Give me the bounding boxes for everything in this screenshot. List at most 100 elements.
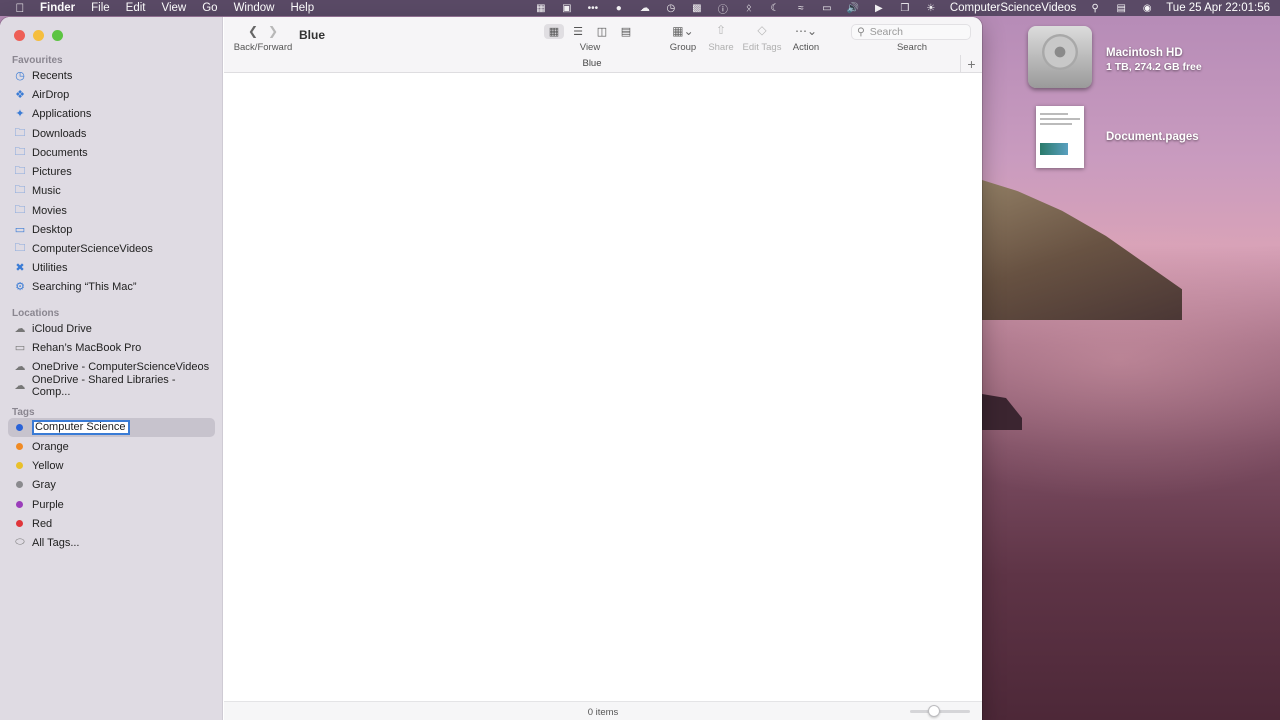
menubar-clock[interactable]: Tue 25 Apr 22:01:56	[1166, 2, 1270, 14]
menubar-user[interactable]: ComputerScienceVideos	[950, 2, 1076, 14]
drive-label[interactable]: Macintosh HD	[1106, 47, 1183, 59]
minimize-button[interactable]	[33, 30, 44, 41]
menu-go[interactable]: Go	[202, 2, 217, 14]
airplay-icon[interactable]: ▭	[820, 2, 834, 14]
sidebar-item-onedrive-shared[interactable]: ☁ OneDrive - Shared Libraries - Comp...	[8, 374, 215, 398]
sidebar-item-pictures[interactable]: 🗀 Pictures	[8, 162, 215, 181]
tag-color-dot	[16, 424, 23, 431]
sidebar-item-utilities[interactable]: ✖ Utilities	[8, 258, 215, 277]
wifi-icon[interactable]: ≈	[794, 2, 808, 14]
back-chevron-icon[interactable]: ❮	[246, 24, 260, 38]
sidebar-item-label: Movies	[32, 204, 67, 217]
cloud-icon: ☁	[14, 380, 26, 392]
menu-app-finder[interactable]: Finder	[40, 2, 75, 14]
search-input[interactable]: ⚲ Search	[851, 24, 971, 40]
sidebar-item-label: iCloud Drive	[32, 322, 92, 335]
apple-icon[interactable]: 	[14, 1, 26, 15]
list-view-icon[interactable]: ☰	[568, 24, 588, 39]
bluetooth-icon[interactable]: ᛟ	[742, 2, 756, 14]
screen-mirror-icon[interactable]: ❒	[898, 2, 912, 14]
sidebar-item-applications[interactable]: ✦ Applications	[8, 104, 215, 123]
desktop-rock	[982, 394, 1022, 430]
sidebar-item-recents[interactable]: ◷ Recents	[8, 66, 215, 85]
tag-color-dot	[16, 520, 23, 527]
siri-icon[interactable]: ◉	[1140, 2, 1154, 14]
icon-size-slider[interactable]	[910, 705, 970, 717]
group-label: Group	[669, 42, 697, 53]
back-forward-label: Back/Forward	[233, 42, 293, 53]
sidebar-item-icloud-drive[interactable]: ☁ iCloud Drive	[8, 319, 215, 338]
pages-document-icon[interactable]	[1036, 106, 1084, 168]
menu-help[interactable]: Help	[290, 2, 314, 14]
time-machine-icon[interactable]: ◷	[664, 2, 678, 14]
sidebar-item-movies[interactable]: 🗀 Movies	[8, 201, 215, 220]
display-icon[interactable]: ▩	[690, 2, 704, 14]
sidebar-item-label: Pictures	[32, 165, 72, 178]
sidebar-item-label: Purple	[32, 498, 64, 511]
sidebar-tag-orange[interactable]: Orange	[8, 437, 215, 456]
app-status-icon[interactable]: ▦	[534, 2, 548, 14]
column-view-icon[interactable]: ◫	[592, 24, 612, 39]
status-menus: ▦ ▣ ••• ● ☁ ◷ ▩ ⓘ ᛟ ☾ ≈ ▭ 🔊 ▶ ❒ ☀ Comput…	[534, 2, 1270, 16]
brightness-icon[interactable]: ☀	[924, 2, 938, 14]
slider-knob[interactable]	[928, 705, 940, 717]
sidebar-tag-gray[interactable]: Gray	[8, 475, 215, 494]
volume-icon[interactable]: 🔊	[846, 2, 860, 14]
close-button[interactable]	[14, 30, 25, 41]
sidebar: Favourites ◷ Recents ❖ AirDrop ✦ Applicatio…	[0, 17, 223, 720]
sidebar-item-documents[interactable]: 🗀 Documents	[8, 143, 215, 162]
search-icon: ⚲	[857, 26, 865, 38]
sidebar-item-label: Music	[32, 184, 61, 197]
new-tab-plus-icon[interactable]: +	[960, 55, 982, 73]
sidebar-item-downloads[interactable]: 🗀 Downloads	[8, 124, 215, 143]
share-icon[interactable]: ⇧	[714, 23, 728, 37]
search-placeholder: Search	[869, 26, 903, 38]
sidebar-item-label: Applications	[32, 107, 92, 120]
control-center-icon[interactable]: ▤	[1114, 2, 1128, 14]
view-label: View	[579, 42, 601, 53]
zoom-button[interactable]	[52, 30, 63, 41]
sidebar-item-searching-this-mac[interactable]: ⚙ Searching “This Mac”	[8, 277, 215, 296]
forward-chevron-icon[interactable]: ❯	[266, 24, 280, 38]
sidebar-item-macbook-pro[interactable]: ▭ Rehan’s MacBook Pro	[8, 338, 215, 357]
gallery-view-icon[interactable]: ▤	[616, 24, 636, 39]
action-ellipsis-icon[interactable]: ⋯⌄	[793, 24, 819, 38]
screen-record-icon[interactable]: ▣	[560, 2, 574, 14]
sidebar-item-label: All Tags...	[32, 536, 80, 549]
menu-view[interactable]: View	[162, 2, 187, 14]
tag-icon[interactable]: ◇	[754, 23, 770, 37]
sidebar-tag-red[interactable]: Red	[8, 514, 215, 533]
focus-moon-icon[interactable]: ☾	[768, 2, 782, 14]
document-label[interactable]: Document.pages	[1106, 131, 1199, 143]
folder-icon: 🗀	[14, 127, 26, 139]
sidebar-item-computersciencevideos[interactable]: 🗀 ComputerScienceVideos	[8, 239, 215, 258]
sidebar-tag-blue-renaming[interactable]: Computer Science V	[8, 418, 215, 437]
more-dots-icon[interactable]: •••	[586, 2, 600, 14]
edit-tags-label: Edit Tags	[742, 42, 782, 53]
desktop-cliff	[982, 180, 1182, 320]
file-content-area[interactable]	[224, 73, 982, 683]
sidebar-item-music[interactable]: 🗀 Music	[8, 181, 215, 200]
racing-app-icon[interactable]: ●	[612, 2, 626, 14]
group-grid-icon[interactable]: ▦⌄	[670, 24, 696, 38]
tab-title[interactable]: Blue	[224, 58, 960, 69]
share-label: Share	[708, 42, 734, 53]
sidebar-item-label: ComputerScienceVideos	[32, 242, 153, 255]
play-icon[interactable]: ▶	[872, 2, 886, 14]
menu-file[interactable]: File	[91, 2, 110, 14]
sidebar-tag-yellow[interactable]: Yellow	[8, 456, 215, 475]
menu-window[interactable]: Window	[234, 2, 275, 14]
sidebar-item-desktop[interactable]: ▭ Desktop	[8, 220, 215, 239]
spotlight-search-icon[interactable]: ⚲	[1088, 2, 1102, 14]
menu-edit[interactable]: Edit	[126, 2, 146, 14]
sidebar-tag-purple[interactable]: Purple	[8, 495, 215, 514]
sidebar-item-label: Documents	[32, 146, 88, 159]
sidebar-item-airdrop[interactable]: ❖ AirDrop	[8, 85, 215, 104]
icon-view-icon[interactable]: ▦	[544, 24, 564, 39]
cloud-status-icon[interactable]: ☁	[638, 2, 652, 14]
hard-drive-icon[interactable]	[1028, 26, 1092, 88]
status-bar: 0 items	[224, 701, 982, 720]
sidebar-all-tags[interactable]: ⬭ All Tags...	[8, 533, 215, 552]
info-icon[interactable]: ⓘ	[716, 2, 730, 16]
tag-rename-input[interactable]: Computer Science V	[32, 420, 130, 435]
